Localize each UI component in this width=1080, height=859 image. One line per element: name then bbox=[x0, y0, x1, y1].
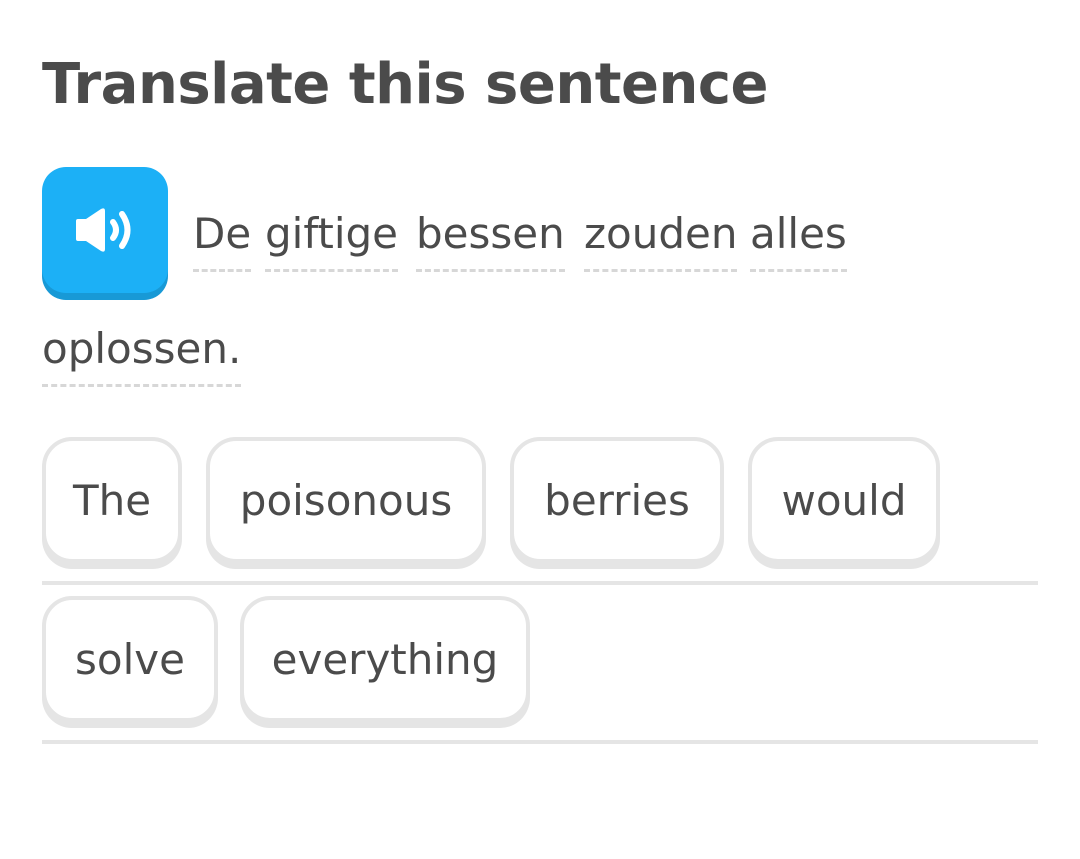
prompt-word-oplossen[interactable]: oplossen. bbox=[42, 328, 242, 387]
word-chip-berries[interactable]: berries bbox=[510, 437, 724, 563]
prompt-word-alles[interactable]: alles bbox=[750, 213, 847, 272]
speaker-icon bbox=[72, 206, 138, 254]
prompt-word-giftige[interactable]: giftige bbox=[265, 213, 399, 272]
word-chip-poisonous[interactable]: poisonous bbox=[206, 437, 486, 563]
answer-line-2 bbox=[42, 740, 1038, 744]
prompt-word-de[interactable]: De bbox=[193, 213, 252, 272]
play-audio-button[interactable] bbox=[42, 167, 168, 293]
word-chip-solve[interactable]: solve bbox=[42, 596, 218, 722]
prompt-word-bessen[interactable]: bessen bbox=[416, 213, 565, 272]
word-chip-the[interactable]: The bbox=[42, 437, 182, 563]
answer-line-1 bbox=[42, 581, 1038, 585]
challenge-title: Translate this sentence bbox=[42, 52, 769, 117]
word-chip-everything[interactable]: everything bbox=[240, 596, 530, 722]
prompt-word-zouden[interactable]: zouden bbox=[584, 213, 738, 272]
word-chip-would[interactable]: would bbox=[748, 437, 940, 563]
